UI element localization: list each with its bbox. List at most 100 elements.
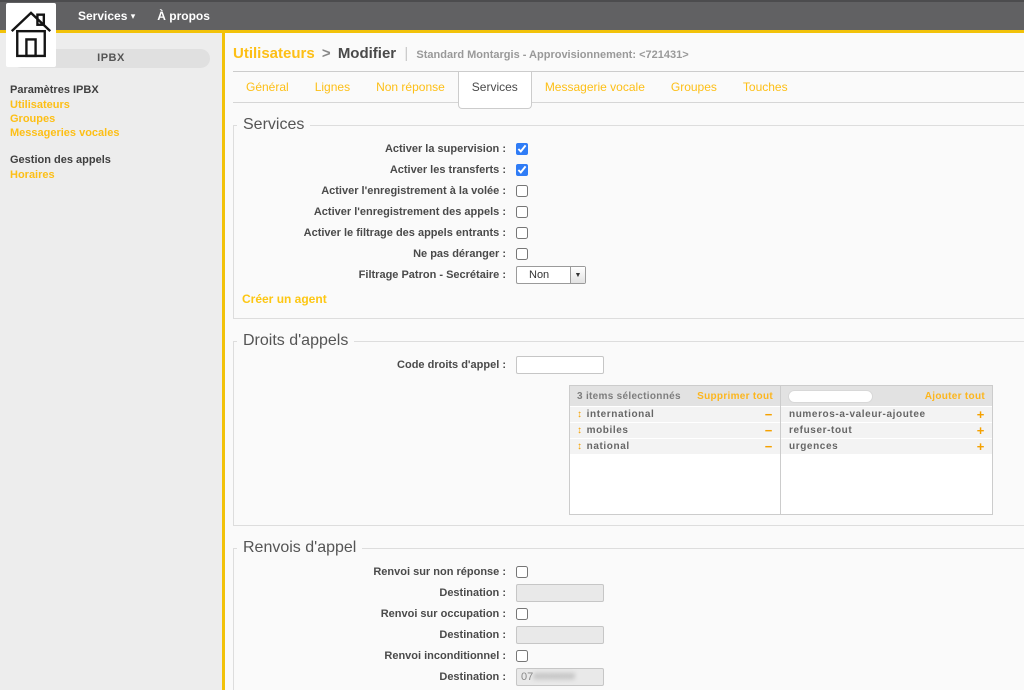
destination-inconditionnel-input[interactable]: 07 ######## xyxy=(516,668,604,686)
selected-rights-panel: 3 items sélectionnés Supprimer tout ↕ in… xyxy=(570,386,781,514)
enregistrement-volee-label: Activer l'enregistrement à la volée : xyxy=(234,185,506,197)
destination-non-reponse-input[interactable] xyxy=(516,584,604,602)
form-row: Destination : 07 ######## xyxy=(234,667,1024,687)
code-droits-input[interactable] xyxy=(516,356,604,374)
filtrage-patron-label: Filtrage Patron - Secrétaire : xyxy=(234,269,506,281)
select-value: Non xyxy=(517,269,570,281)
create-agent-link[interactable]: Créer un agent xyxy=(242,292,327,306)
app-logo[interactable] xyxy=(6,3,56,67)
add-icon[interactable]: + xyxy=(977,426,985,436)
transferts-label: Activer les transferts : xyxy=(234,164,506,176)
sidebar: IPBX Paramètres IPBX Utilisateurs Groupe… xyxy=(0,33,225,690)
renvoi-occupation-label: Renvoi sur occupation : xyxy=(234,608,506,620)
rights-search-input[interactable] xyxy=(788,390,873,403)
filtrage-entrants-label: Activer le filtrage des appels entrants … xyxy=(234,227,506,239)
menu-services[interactable]: Services ▾ xyxy=(78,9,135,23)
page-title: Modifier xyxy=(338,45,396,62)
filtrage-patron-select[interactable]: Non ▼ xyxy=(516,266,586,284)
breadcrumb-divider: | xyxy=(400,45,412,62)
form-row: Destination : xyxy=(234,625,1024,645)
right-name: international xyxy=(587,409,765,420)
sidebar-heading: Paramètres IPBX xyxy=(0,82,222,98)
form-row: Activer l'enregistrement des appels : xyxy=(234,202,1024,222)
ne-pas-deranger-label: Ne pas déranger : xyxy=(234,248,506,260)
enregistrement-volee-checkbox[interactable] xyxy=(516,185,528,197)
forwarding-fieldset: Renvois d'appel Renvoi sur non réponse :… xyxy=(233,539,1024,690)
destination-occupation-input[interactable] xyxy=(516,626,604,644)
destination-value-prefix: 07 xyxy=(521,671,533,683)
supervision-checkbox[interactable] xyxy=(516,143,528,155)
transferts-checkbox[interactable] xyxy=(516,164,528,176)
menu-about[interactable]: À propos xyxy=(157,9,210,23)
sidebar-item-utilisateurs[interactable]: Utilisateurs xyxy=(0,98,222,112)
form-row: Ne pas déranger : xyxy=(234,244,1024,264)
code-droits-label: Code droits d'appel : xyxy=(234,359,506,371)
renvoi-occupation-checkbox[interactable] xyxy=(516,608,528,620)
form-row: Activer le filtrage des appels entrants … xyxy=(234,223,1024,243)
main-content: Utilisateurs > Modifier | Standard Monta… xyxy=(225,33,1024,690)
tab-lignes[interactable]: Lignes xyxy=(302,72,363,103)
home-icon xyxy=(9,6,53,65)
remove-icon[interactable]: − xyxy=(765,426,773,436)
topbar: Services ▾ À propos xyxy=(0,0,1024,33)
menu-about-label: À propos xyxy=(157,9,210,23)
destination-label: Destination : xyxy=(234,671,506,683)
destination-label: Destination : xyxy=(234,629,506,641)
remove-icon[interactable]: − xyxy=(765,410,773,420)
available-rights-header: Ajouter tout xyxy=(781,386,992,406)
right-name: refuser-tout xyxy=(789,425,977,436)
form-row: Filtrage Patron - Secrétaire : Non ▼ xyxy=(234,265,1024,285)
add-icon[interactable]: + xyxy=(977,410,985,420)
call-rights-dual-list: 3 items sélectionnés Supprimer tout ↕ in… xyxy=(569,385,993,515)
list-item: ↕ mobiles − xyxy=(570,423,780,438)
list-item: ↕ national − xyxy=(570,439,780,454)
form-row: Renvoi sur non réponse : xyxy=(234,562,1024,582)
tab-general[interactable]: Général xyxy=(233,72,302,103)
menu-services-label: Services xyxy=(78,9,127,23)
tab-non-reponse[interactable]: Non réponse xyxy=(363,72,458,103)
list-item: numeros-a-valeur-ajoutee + xyxy=(781,407,992,422)
chevron-down-icon: ▾ xyxy=(131,11,136,21)
drag-handle-icon[interactable]: ↕ xyxy=(577,441,583,452)
tab-services[interactable]: Services xyxy=(458,72,532,109)
drag-handle-icon[interactable]: ↕ xyxy=(577,409,583,420)
enregistrement-appels-checkbox[interactable] xyxy=(516,206,528,218)
sidebar-section-gestion: Gestion des appels Horaires xyxy=(0,152,222,182)
filtrage-entrants-checkbox[interactable] xyxy=(516,227,528,239)
renvoi-non-reponse-checkbox[interactable] xyxy=(516,566,528,578)
sidebar-heading: Gestion des appels xyxy=(0,152,222,168)
form-row: Activer l'enregistrement à la volée : xyxy=(234,181,1024,201)
available-rights-panel: Ajouter tout numeros-a-valeur-ajoutee + … xyxy=(781,386,992,514)
add-icon[interactable]: + xyxy=(977,442,985,452)
form-row: Destination : xyxy=(234,583,1024,603)
remove-icon[interactable]: − xyxy=(765,442,773,452)
add-all-link[interactable]: Ajouter tout xyxy=(925,391,985,402)
remove-all-link[interactable]: Supprimer tout xyxy=(697,391,773,402)
renvoi-inconditionnel-checkbox[interactable] xyxy=(516,650,528,662)
right-name: urgences xyxy=(789,441,977,452)
list-item: ↕ international − xyxy=(570,407,780,422)
right-name: mobiles xyxy=(587,425,765,436)
form-row: Renvoi inconditionnel : xyxy=(234,646,1024,666)
sidebar-item-horaires[interactable]: Horaires xyxy=(0,168,222,182)
sidebar-item-groupes[interactable]: Groupes xyxy=(0,112,222,126)
sidebar-item-messageries-vocales[interactable]: Messageries vocales xyxy=(0,126,222,140)
tab-messagerie-vocale[interactable]: Messagerie vocale xyxy=(532,72,658,103)
tab-groupes[interactable]: Groupes xyxy=(658,72,730,103)
right-name: national xyxy=(587,441,765,452)
drag-handle-icon[interactable]: ↕ xyxy=(577,425,583,436)
services-fieldset: Services Activer la supervision : Active… xyxy=(233,116,1024,319)
renvoi-non-reponse-label: Renvoi sur non réponse : xyxy=(234,566,506,578)
ne-pas-deranger-checkbox[interactable] xyxy=(516,248,528,260)
services-legend: Services xyxy=(237,116,310,134)
list-item: urgences + xyxy=(781,439,992,454)
sidebar-section-parametres: Paramètres IPBX Utilisateurs Groupes Mes… xyxy=(0,82,222,140)
forwarding-legend: Renvois d'appel xyxy=(237,539,362,557)
form-row: Code droits d'appel : xyxy=(234,355,1024,375)
tab-touches[interactable]: Touches xyxy=(730,72,801,103)
chevron-down-icon: ▼ xyxy=(570,267,585,283)
breadcrumb-separator: > xyxy=(319,45,334,62)
breadcrumb-section[interactable]: Utilisateurs xyxy=(233,45,315,62)
right-name: numeros-a-valeur-ajoutee xyxy=(789,409,977,420)
list-item: refuser-tout + xyxy=(781,423,992,438)
